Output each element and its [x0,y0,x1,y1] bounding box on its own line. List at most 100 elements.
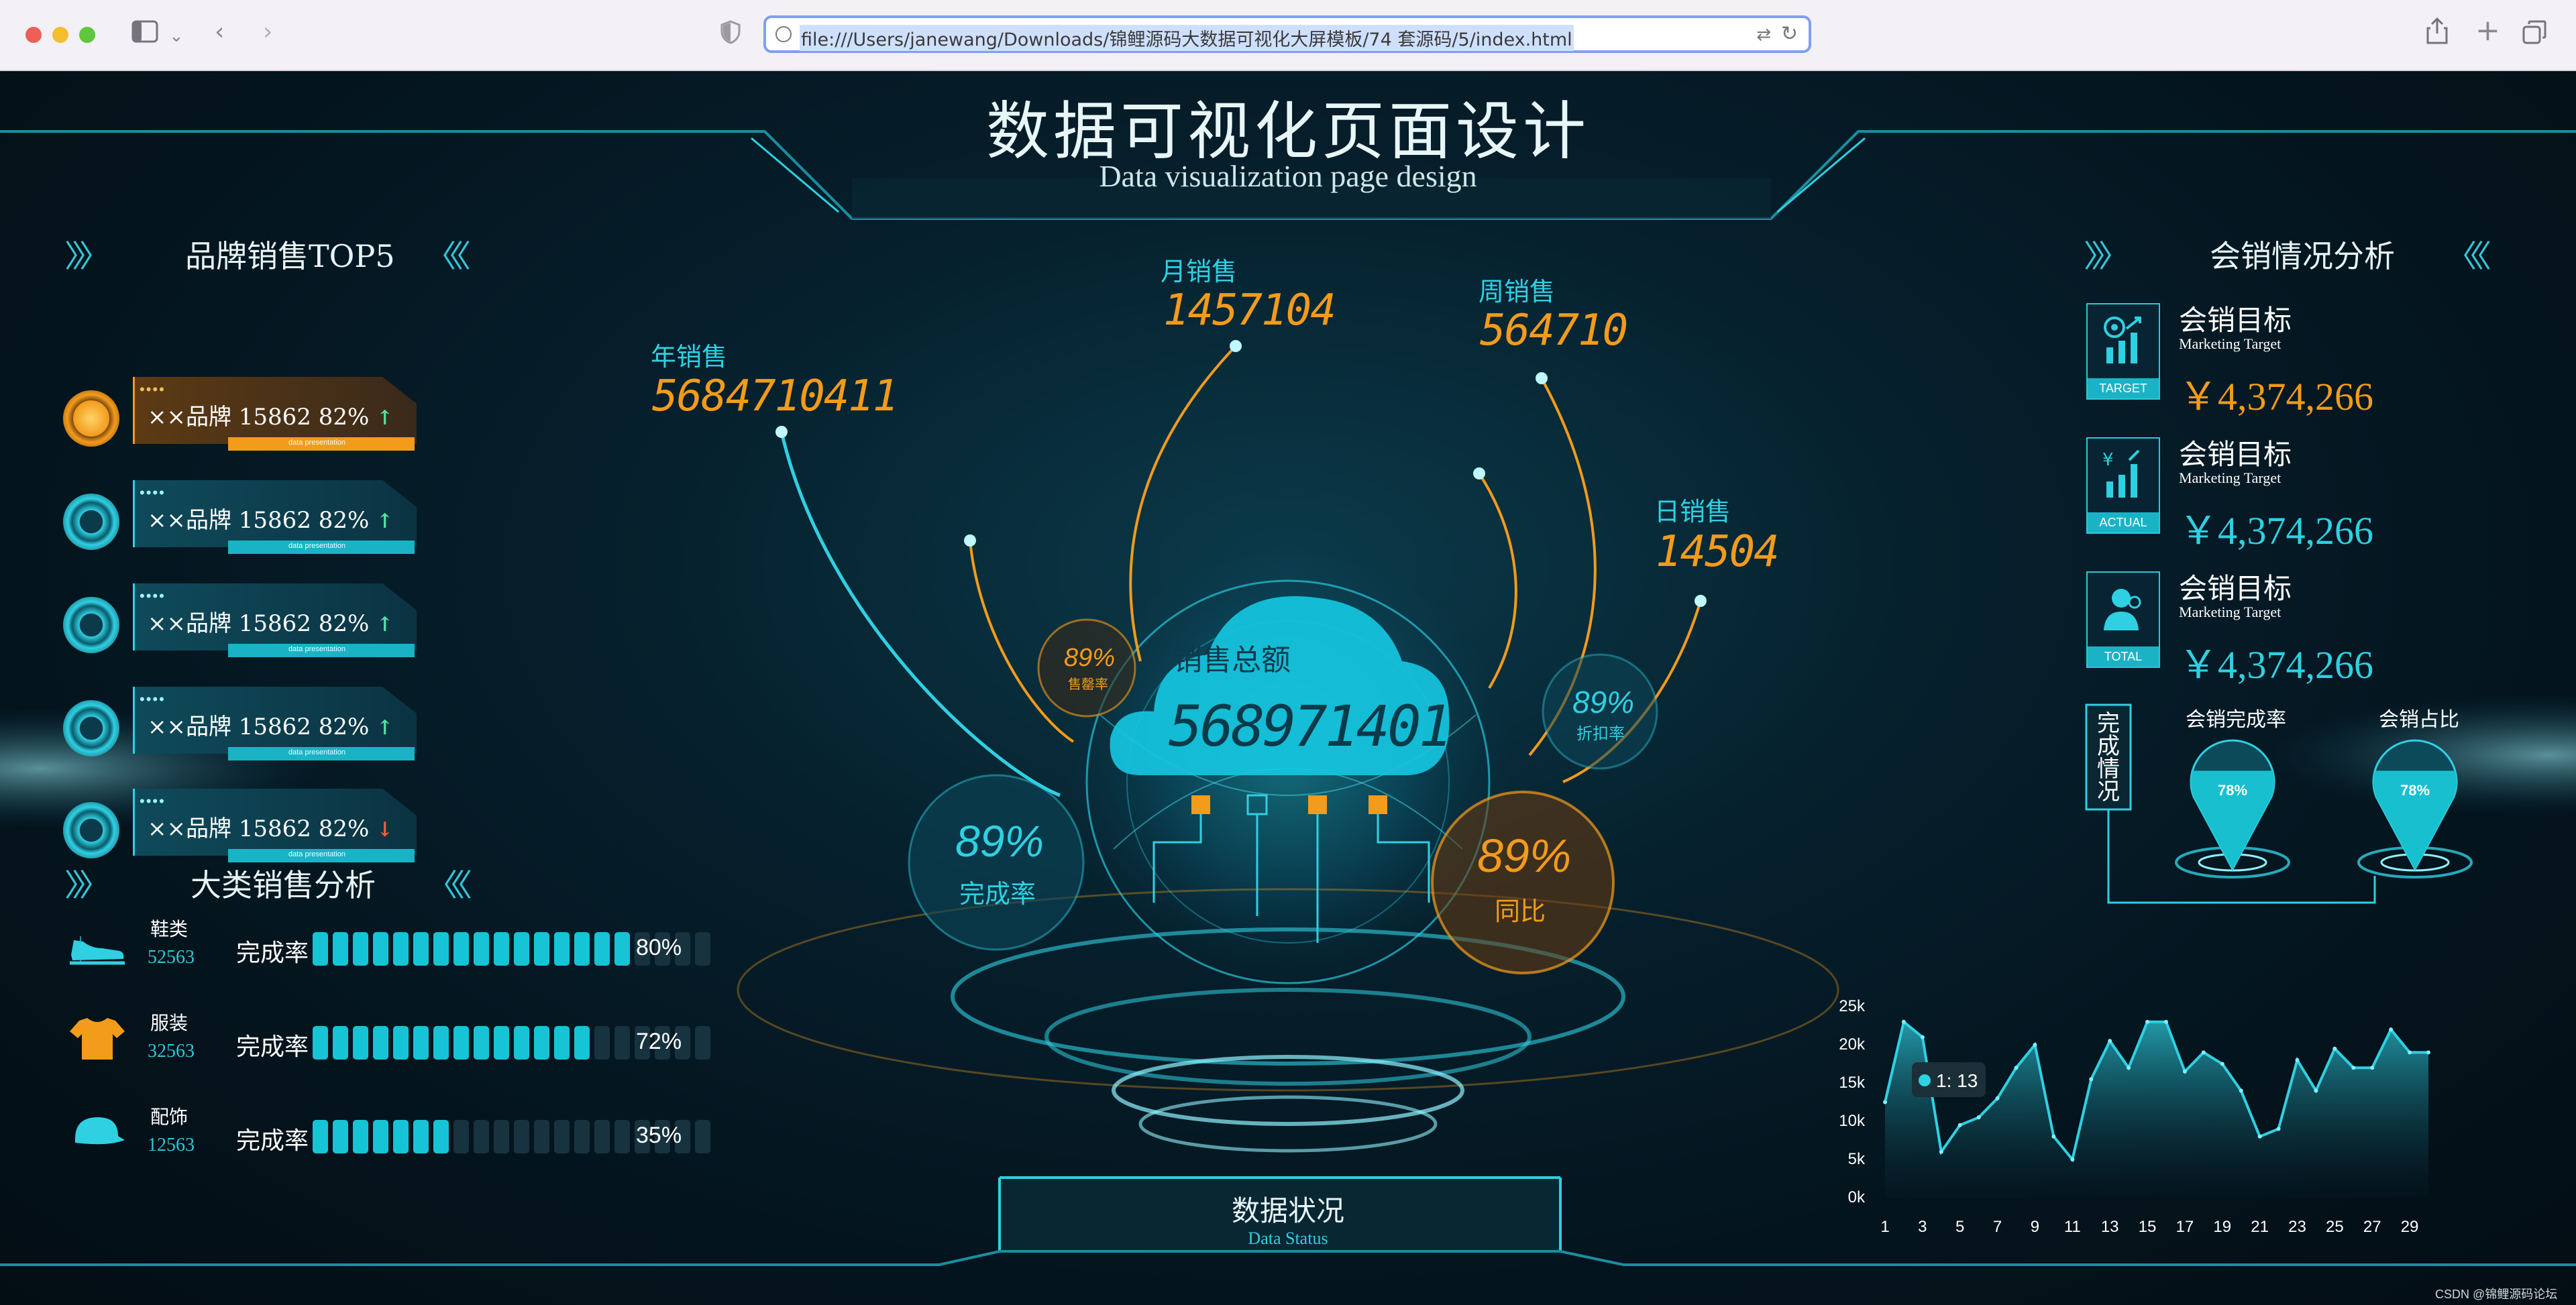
dots-decoration: •••• [140,691,166,707]
category-name: 服装 [150,1012,189,1034]
progress-segment [413,932,429,966]
data-point[interactable] [1883,1100,1887,1104]
zoom-window-button[interactable] [79,27,95,43]
data-point[interactable] [1957,1123,1962,1127]
progress-segment [494,1120,509,1153]
completion-rate-label: 完成率 [959,879,1036,909]
progress-segment [333,1120,348,1153]
page-subtitle: Data visualization page design [1099,159,1477,193]
yen-chart-icon: ¥ [2100,448,2147,505]
address-bar[interactable]: file:///Users/janewang/Downloads/锦鲤源码大数据… [763,15,1811,53]
completion-percent: 35% [636,1123,682,1148]
data-point[interactable] [2145,1019,2150,1024]
data-point[interactable] [2033,1043,2037,1047]
data-point[interactable] [2051,1134,2056,1139]
x-tick-label: 13 [2100,1218,2119,1236]
data-point[interactable] [2295,1058,2300,1062]
chevron-left-icon: 〈〈〈 [427,867,472,903]
progress-segment [393,1120,409,1153]
data-point[interactable] [2182,1069,2187,1074]
reload-icon[interactable]: ↻ [1781,22,1798,46]
category-row: 服装 32563 完成率 72% [67,1009,711,1089]
translate-icon[interactable]: ⇄ [1756,25,1771,45]
progress-segment [594,1026,610,1060]
data-point[interactable] [2108,1039,2112,1043]
tabs-overview-icon[interactable] [2522,20,2546,50]
data-point[interactable] [2332,1046,2337,1051]
progress-segment [453,1026,469,1060]
chevron-down-icon[interactable]: ⌄ [169,23,184,50]
sidebar-icon[interactable] [131,20,158,49]
brand-row-text: ××品牌 15862 82% ↑ [148,398,393,431]
progress-segment [353,1026,368,1060]
progress-segment [695,1026,710,1060]
data-point[interactable] [1901,1019,1906,1024]
data-point[interactable] [2070,1157,2075,1161]
shoe-icon [67,921,127,968]
sellout-rate-value: 89% [1064,644,1116,672]
data-point[interactable] [2426,1050,2430,1055]
close-window-button[interactable] [25,27,42,43]
progress-segment [534,932,549,966]
data-point[interactable] [2408,1050,2412,1055]
tooltip-dot [1919,1074,1931,1086]
drop-value: 78% [2400,782,2430,799]
brand-tag: data presentation [288,645,346,653]
back-icon[interactable]: ‹ [215,19,224,46]
kpi-tag: TOTAL [2088,646,2159,667]
data-point[interactable] [1976,1115,1981,1120]
chevron-right-icon: 〉〉〉 [64,238,110,274]
forward-icon[interactable]: › [263,19,272,46]
trend-up-icon: ↑ [376,406,394,430]
y-tick-label: 20k [1839,1035,1865,1054]
water-drop-gauge: 78% [2190,739,2275,872]
data-point[interactable] [2089,1077,2094,1082]
data-point[interactable] [2220,1062,2224,1066]
year-sales-value: 5684710411 [652,372,898,421]
progress-segment [494,932,509,966]
data-point[interactable] [1995,1096,2000,1100]
data-point[interactable] [2163,1019,2168,1024]
data-point[interactable] [2314,1088,2318,1093]
day-sales-value: 14504 [1656,527,1780,577]
data-point[interactable] [2276,1127,2281,1131]
category-name: 配饰 [150,1106,189,1128]
progress-segment [614,1026,630,1060]
progress-segment [373,1026,388,1060]
data-point[interactable] [2239,1088,2243,1093]
y-tick-label: 5k [1847,1150,1865,1168]
brand-row[interactable]: •••• ××品牌 15862 82% ↑ data presentation [60,583,436,657]
x-tick-label: 1 [1880,1218,1890,1236]
total-sales-value: 568971401 [1169,693,1452,759]
chevron-right-icon: 〉〉〉 [64,867,110,903]
progress-segment [695,932,710,966]
progress-segment [453,1120,469,1153]
brand-stats: ××品牌 15862 82% [148,815,370,842]
progress-segment [594,932,610,966]
brand-tag: data presentation [288,748,346,756]
data-point[interactable] [1939,1149,1943,1154]
brand-row[interactable]: •••• ××品牌 15862 82% ↑ data presentation [60,377,436,451]
url-text[interactable]: file:///Users/janewang/Downloads/锦鲤源码大数据… [800,25,1574,51]
brand-row[interactable]: •••• ××品牌 15862 82% ↓ data presentation [60,789,436,862]
y-tick-label: 10k [1839,1112,1865,1130]
data-point[interactable] [1920,1035,1925,1039]
data-point[interactable] [2389,1027,2394,1032]
data-point[interactable] [2014,1066,2019,1070]
progress-segment [353,932,368,966]
data-point[interactable] [2201,1050,2206,1055]
brand-row-text: ××品牌 15862 82% ↑ [148,605,393,638]
progress-segment [514,1026,529,1060]
data-point[interactable] [2351,1066,2356,1070]
marketing-completion-label: 会销完成率 [2186,708,2286,732]
brand-row[interactable]: •••• ××品牌 15862 82% ↑ data presentation [60,480,436,554]
data-point[interactable] [2127,1066,2131,1070]
share-icon[interactable] [2426,17,2449,50]
data-point[interactable] [2257,1134,2262,1139]
new-tab-icon[interactable]: + [2475,16,2500,46]
brand-badge-icon [63,700,119,756]
data-point[interactable] [2370,1066,2375,1070]
brand-tag: data presentation [288,850,346,858]
brand-row[interactable]: •••• ××品牌 15862 82% ↑ data presentation [60,687,436,760]
minimize-window-button[interactable] [52,27,68,43]
